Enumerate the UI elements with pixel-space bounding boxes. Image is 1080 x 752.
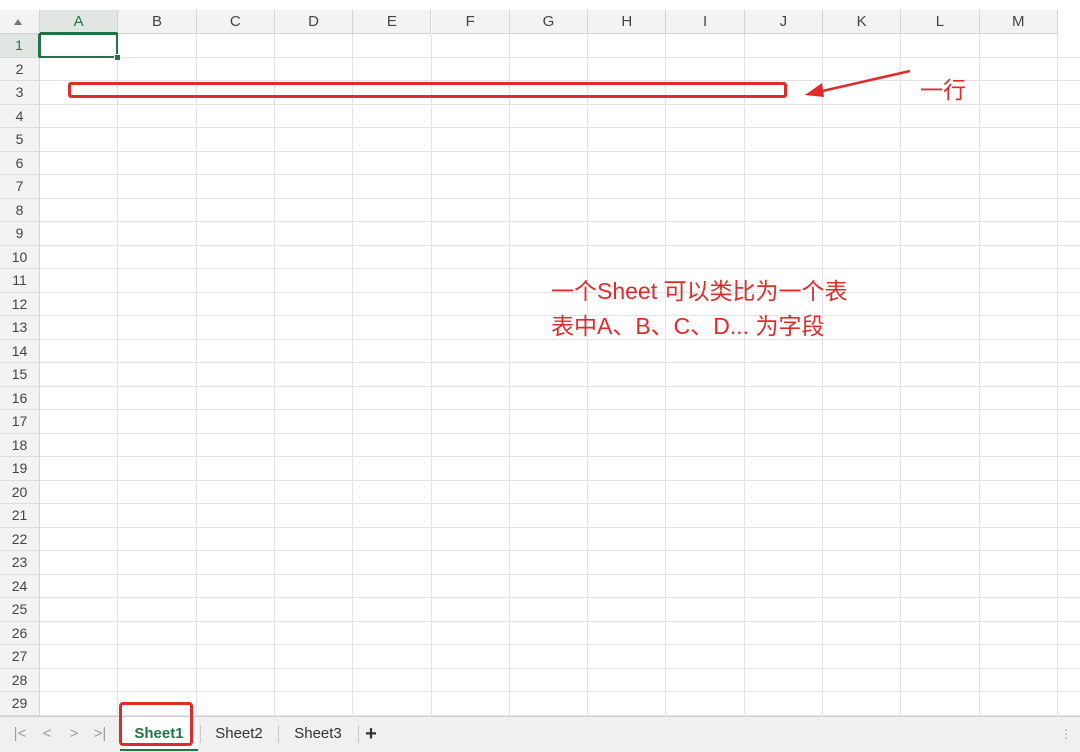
- row-header-23[interactable]: 23: [0, 551, 40, 575]
- spreadsheet-grid[interactable]: A B C D E F G H I J K L M 1 2 3 4 5 6 7 8 9 10 11 12 13 14 15 16 17 18…: [0, 0, 1080, 716]
- column-header-l[interactable]: L: [901, 10, 980, 34]
- row-header-18[interactable]: 18: [0, 433, 40, 457]
- column-header-m[interactable]: M: [979, 10, 1058, 34]
- row-header-15[interactable]: 15: [0, 363, 40, 387]
- row-header-21[interactable]: 21: [0, 504, 40, 528]
- column-gridline: [822, 34, 823, 716]
- row-gridline: [40, 385, 1080, 387]
- row-header-1[interactable]: 1: [0, 34, 40, 58]
- tab-divider: [200, 725, 201, 743]
- row-header-11[interactable]: 11: [0, 269, 40, 293]
- tab-sheet3[interactable]: Sheet3: [280, 717, 356, 751]
- row-header-26[interactable]: 26: [0, 621, 40, 645]
- next-sheet-icon[interactable]: >: [64, 723, 84, 745]
- column-gridline: [587, 34, 589, 716]
- column-gridline: [900, 34, 902, 716]
- row-gridline: [40, 362, 1080, 363]
- column-gridline: [665, 34, 667, 716]
- column-header-k[interactable]: K: [823, 10, 902, 34]
- row-header-19[interactable]: 19: [0, 457, 40, 481]
- row-header-17[interactable]: 17: [0, 410, 40, 434]
- row-annotation-label: 一行: [920, 77, 966, 103]
- row-header-4[interactable]: 4: [0, 104, 40, 128]
- row-header-28[interactable]: 28: [0, 668, 40, 692]
- sheet-annotation-line1: 一个Sheet 可以类比为一个表: [551, 278, 848, 304]
- row-gridline: [40, 127, 1080, 128]
- column-gridline: [1056, 34, 1058, 716]
- column-gridline: [508, 34, 510, 716]
- column-header-f[interactable]: F: [431, 10, 510, 34]
- column-header-a[interactable]: A: [40, 10, 119, 34]
- column-gridline: [978, 34, 980, 716]
- row-header-12[interactable]: 12: [0, 292, 40, 316]
- last-sheet-icon[interactable]: >|: [90, 723, 110, 745]
- column-gridline: [273, 34, 275, 716]
- arrow-annotation-icon: [805, 69, 911, 97]
- row-header-13[interactable]: 13: [0, 316, 40, 340]
- row-highlight-box: [68, 82, 787, 98]
- add-sheet-button[interactable]: +: [359, 721, 383, 747]
- row-gridline: [40, 644, 1080, 645]
- row-gridline: [40, 268, 1080, 269]
- column-header-h[interactable]: H: [588, 10, 667, 34]
- column-header-i[interactable]: I: [666, 10, 745, 34]
- row-header-27[interactable]: 27: [0, 645, 40, 669]
- sheet-tab-highlight-box: [119, 702, 193, 746]
- row-gridline: [40, 221, 1080, 222]
- row-header-20[interactable]: 20: [0, 480, 40, 504]
- row-gridline: [40, 503, 1080, 504]
- row-gridline: [40, 667, 1080, 669]
- row-header-29[interactable]: 29: [0, 692, 40, 716]
- tab-sheet2[interactable]: Sheet2: [202, 717, 276, 751]
- column-header-j[interactable]: J: [744, 10, 823, 34]
- row-header-22[interactable]: 22: [0, 527, 40, 551]
- active-cell[interactable]: [39, 33, 119, 58]
- row-gridline: [40, 597, 1080, 598]
- row-header-10[interactable]: 10: [0, 245, 40, 269]
- select-all-corner[interactable]: [0, 10, 40, 34]
- horizontal-scroll-handle[interactable]: ⋮: [1060, 723, 1072, 745]
- sheet-annotation-line2: 表中A、B、C、D... 为字段: [551, 313, 825, 339]
- row-header-8[interactable]: 8: [0, 198, 40, 222]
- row-header-2[interactable]: 2: [0, 57, 40, 81]
- row-gridline: [40, 456, 1080, 457]
- first-sheet-icon[interactable]: |<: [10, 723, 30, 745]
- row-gridline: [40, 691, 1080, 692]
- column-gridline: [352, 34, 354, 716]
- column-header-b[interactable]: B: [118, 10, 197, 34]
- tab-divider: [278, 725, 279, 743]
- column-gridline: [743, 34, 745, 716]
- column-gridline: [430, 34, 432, 716]
- row-gridline: [40, 174, 1080, 175]
- row-gridline: [40, 150, 1080, 152]
- row-gridline: [40, 244, 1080, 246]
- column-gridline: [195, 34, 197, 716]
- row-header-5[interactable]: 5: [0, 128, 40, 152]
- column-header-e[interactable]: E: [353, 10, 432, 34]
- row-gridline: [40, 56, 1080, 58]
- row-gridline: [40, 526, 1080, 528]
- row-header-16[interactable]: 16: [0, 386, 40, 410]
- row-header-25[interactable]: 25: [0, 598, 40, 622]
- row-gridline: [40, 550, 1080, 551]
- row-gridline: [40, 620, 1080, 622]
- row-header-6[interactable]: 6: [0, 151, 40, 175]
- previous-sheet-icon[interactable]: <: [37, 723, 57, 745]
- row-header-14[interactable]: 14: [0, 339, 40, 363]
- row-header-9[interactable]: 9: [0, 222, 40, 246]
- row-gridline: [40, 432, 1080, 434]
- row-gridline: [40, 573, 1080, 575]
- fill-handle[interactable]: [114, 53, 122, 61]
- row-gridline: [40, 479, 1080, 481]
- column-header-d[interactable]: D: [274, 10, 354, 34]
- column-header-g[interactable]: G: [509, 10, 589, 34]
- row-header-3[interactable]: 3: [0, 81, 40, 105]
- column-header-c[interactable]: C: [196, 10, 275, 34]
- column-gridline: [117, 34, 119, 716]
- select-all-triangle-icon: [14, 19, 22, 25]
- row-header-24[interactable]: 24: [0, 574, 40, 598]
- row-gridline: [40, 409, 1080, 410]
- row-gridline: [40, 197, 1080, 199]
- row-header-7[interactable]: 7: [0, 175, 40, 199]
